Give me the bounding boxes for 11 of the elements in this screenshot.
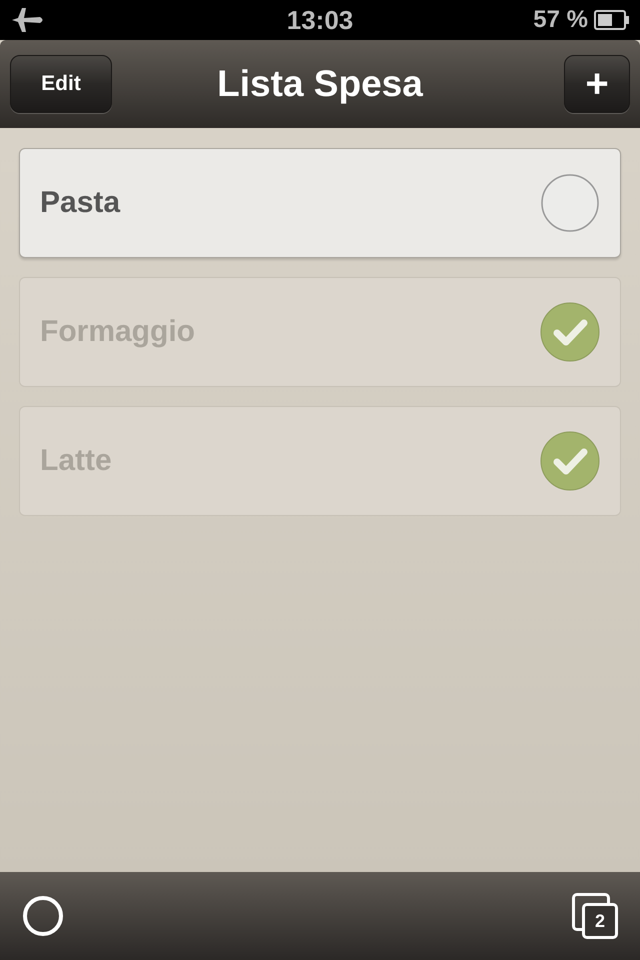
circle-icon[interactable] [22, 895, 64, 937]
battery-icon [594, 10, 630, 30]
add-button[interactable]: + [564, 55, 630, 113]
checkmark-icon[interactable] [540, 431, 600, 491]
edit-button[interactable]: Edit [10, 55, 112, 113]
list-title: Lista Spesa [217, 63, 423, 105]
empty-circle-icon[interactable] [540, 173, 600, 233]
battery-percentage: 57 % [533, 6, 588, 34]
item-label: Pasta [40, 186, 120, 220]
clock-time: 13:03 [286, 4, 354, 36]
checkmark-icon[interactable] [540, 302, 600, 362]
